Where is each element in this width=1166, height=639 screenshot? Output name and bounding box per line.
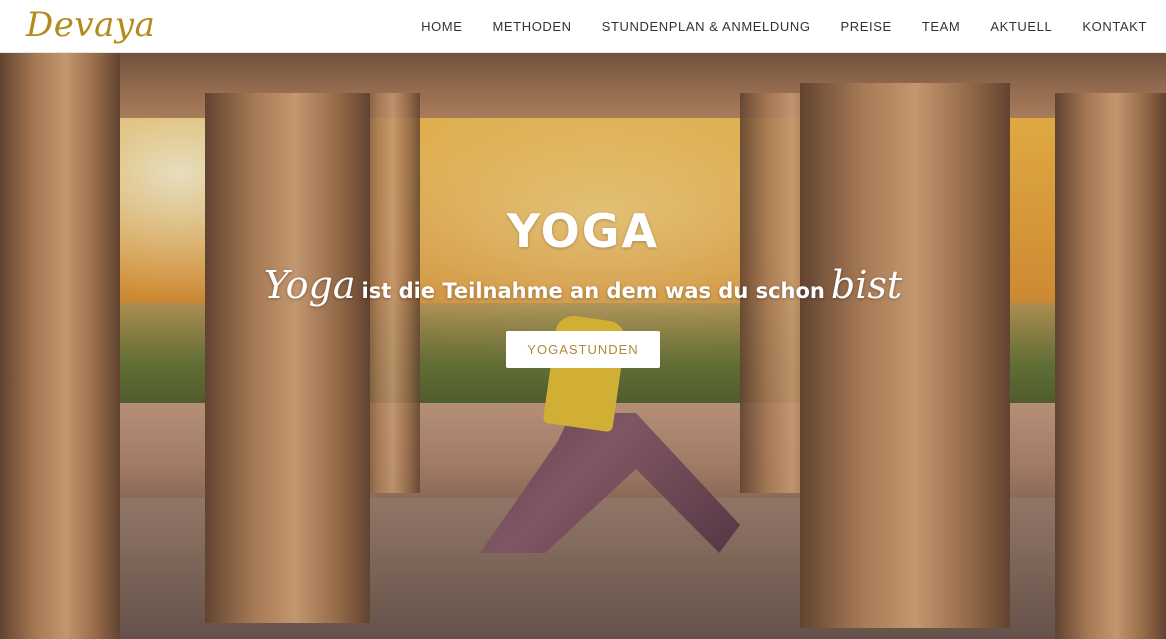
nav-item-team[interactable]: TEAM <box>907 19 976 34</box>
yogastunden-button[interactable]: YOGASTUNDEN <box>506 331 660 368</box>
hero-content: YOGA Yoga ist die Teilnahme an dem was du… <box>0 203 1166 368</box>
hero-subtitle-middle: ist die Teilnahme an dem was du schon <box>361 279 825 303</box>
hero-subtitle: Yoga ist die Teilnahme an dem was du scho… <box>0 265 1166 311</box>
nav-item-aktuell[interactable]: AKTUELL <box>975 19 1067 34</box>
hero-subtitle-script-start: Yoga <box>263 263 356 307</box>
nav-item-preise[interactable]: PREISE <box>826 19 907 34</box>
main-navigation: HOME METHODEN STUNDENPLAN & ANMELDUNG PR… <box>406 0 1166 53</box>
hero-subtitle-script-end: bist <box>830 263 903 307</box>
site-header: Devaya HOME METHODEN STUNDENPLAN & ANMEL… <box>0 0 1166 53</box>
hero-title: YOGA <box>506 204 660 258</box>
hero-section: YOGA Yoga ist die Teilnahme an dem was du… <box>0 53 1166 639</box>
nav-item-kontakt[interactable]: KONTAKT <box>1067 19 1166 34</box>
site-logo[interactable]: Devaya <box>26 2 155 48</box>
nav-item-home[interactable]: HOME <box>406 19 477 34</box>
nav-item-stundenplan-anmeldung[interactable]: STUNDENPLAN & ANMELDUNG <box>587 19 826 34</box>
nav-item-methoden[interactable]: METHODEN <box>477 19 586 34</box>
